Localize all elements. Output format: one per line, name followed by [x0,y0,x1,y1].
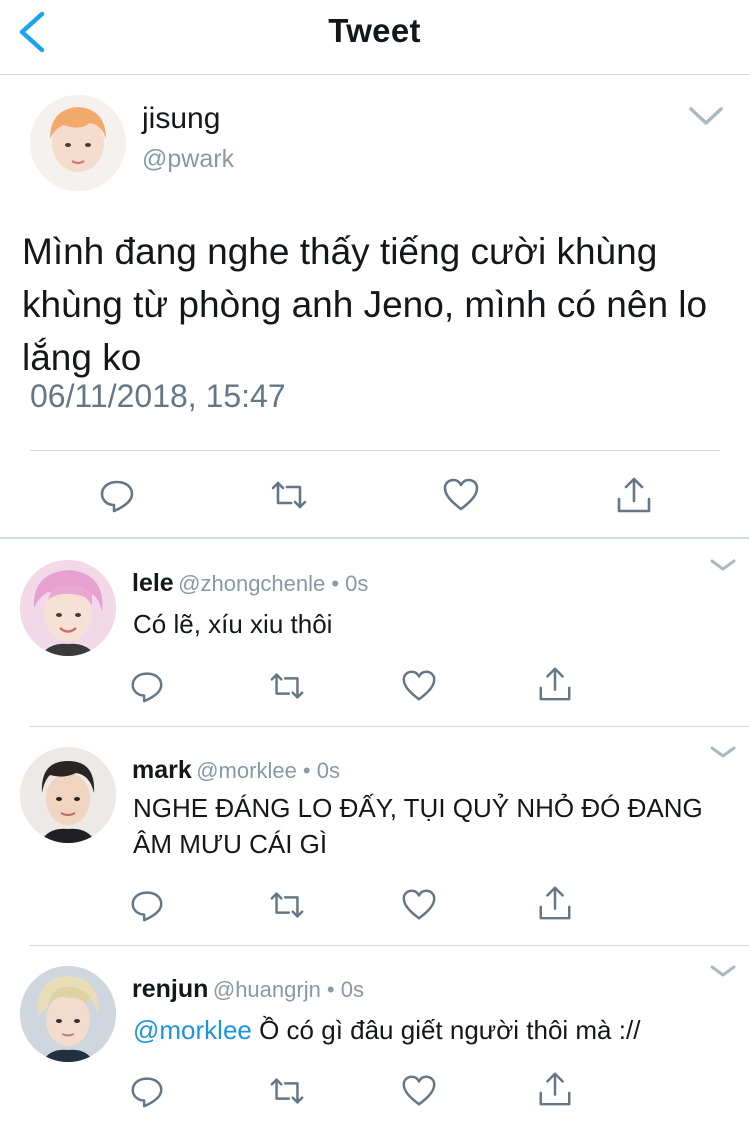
retweet-icon[interactable] [269,475,309,515]
author-handle[interactable]: @pwark [142,145,234,174]
avatar[interactable] [20,966,116,1062]
avatar[interactable] [30,95,126,191]
reply-text: NGHE ĐÁNG LO ĐẤY, TỤI QUỶ NHỎ ĐÓ ĐANG ÂM… [133,793,703,859]
chevron-down-icon[interactable] [708,961,738,981]
reply-header: mark @morklee • 0s [132,756,340,785]
share-icon[interactable] [536,1070,574,1108]
reply-author-name[interactable]: mark [132,756,192,784]
share-icon[interactable] [536,665,574,703]
reply-actions [0,884,749,928]
reply-meta: @morklee • 0s [196,758,340,783]
chevron-down-icon[interactable] [708,555,738,575]
reply-header: lele @zhongchenle • 0s [132,569,368,598]
reply-icon[interactable] [97,475,137,515]
share-icon[interactable] [614,475,654,515]
heart-icon[interactable] [400,1072,438,1110]
reply-meta: @huangrjn • 0s [212,977,364,1002]
tweet-timestamp: 06/11/2018, 15:47 [30,378,286,414]
page-title: Tweet [328,12,421,49]
tweet-text: Mình đang nghe thấy tiếng cười khùng khù… [22,231,708,378]
divider [30,726,749,727]
reply-icon[interactable] [128,667,166,705]
divider [30,450,720,451]
chevron-down-icon[interactable] [687,101,725,129]
share-icon[interactable] [536,884,574,922]
chevron-down-icon[interactable] [708,742,738,762]
avatar[interactable] [20,747,116,843]
avatar[interactable] [20,560,116,656]
divider [30,945,749,946]
tweet-actions [0,468,749,522]
heart-icon[interactable] [441,475,481,515]
mention-link[interactable]: @morklee [133,1015,252,1045]
retweet-icon[interactable] [268,667,306,705]
heart-icon[interactable] [400,886,438,924]
reply-meta: @zhongchenle • 0s [178,571,369,596]
reply-author-name[interactable]: renjun [132,975,208,1003]
heart-icon[interactable] [400,667,438,705]
reply-text: Có lẽ, xíu xiu thôi [133,609,333,639]
reply-text: Ồ có gì đâu giết người thôi mà :// [251,1015,641,1045]
reply-header: renjun @huangrjn • 0s [132,975,364,1004]
retweet-icon[interactable] [268,886,306,924]
reply-text-container: @morklee Ồ có gì đâu giết người thôi mà … [133,1012,733,1048]
author-name[interactable]: jisung [142,102,220,136]
reply-icon[interactable] [128,1072,166,1110]
reply-actions [0,1070,749,1114]
divider [0,537,749,539]
reply-actions [0,665,749,709]
top-bar: Tweet [0,0,749,75]
reply-icon[interactable] [128,886,166,924]
reply-author-name[interactable]: lele [132,569,174,597]
retweet-icon[interactable] [268,1072,306,1110]
